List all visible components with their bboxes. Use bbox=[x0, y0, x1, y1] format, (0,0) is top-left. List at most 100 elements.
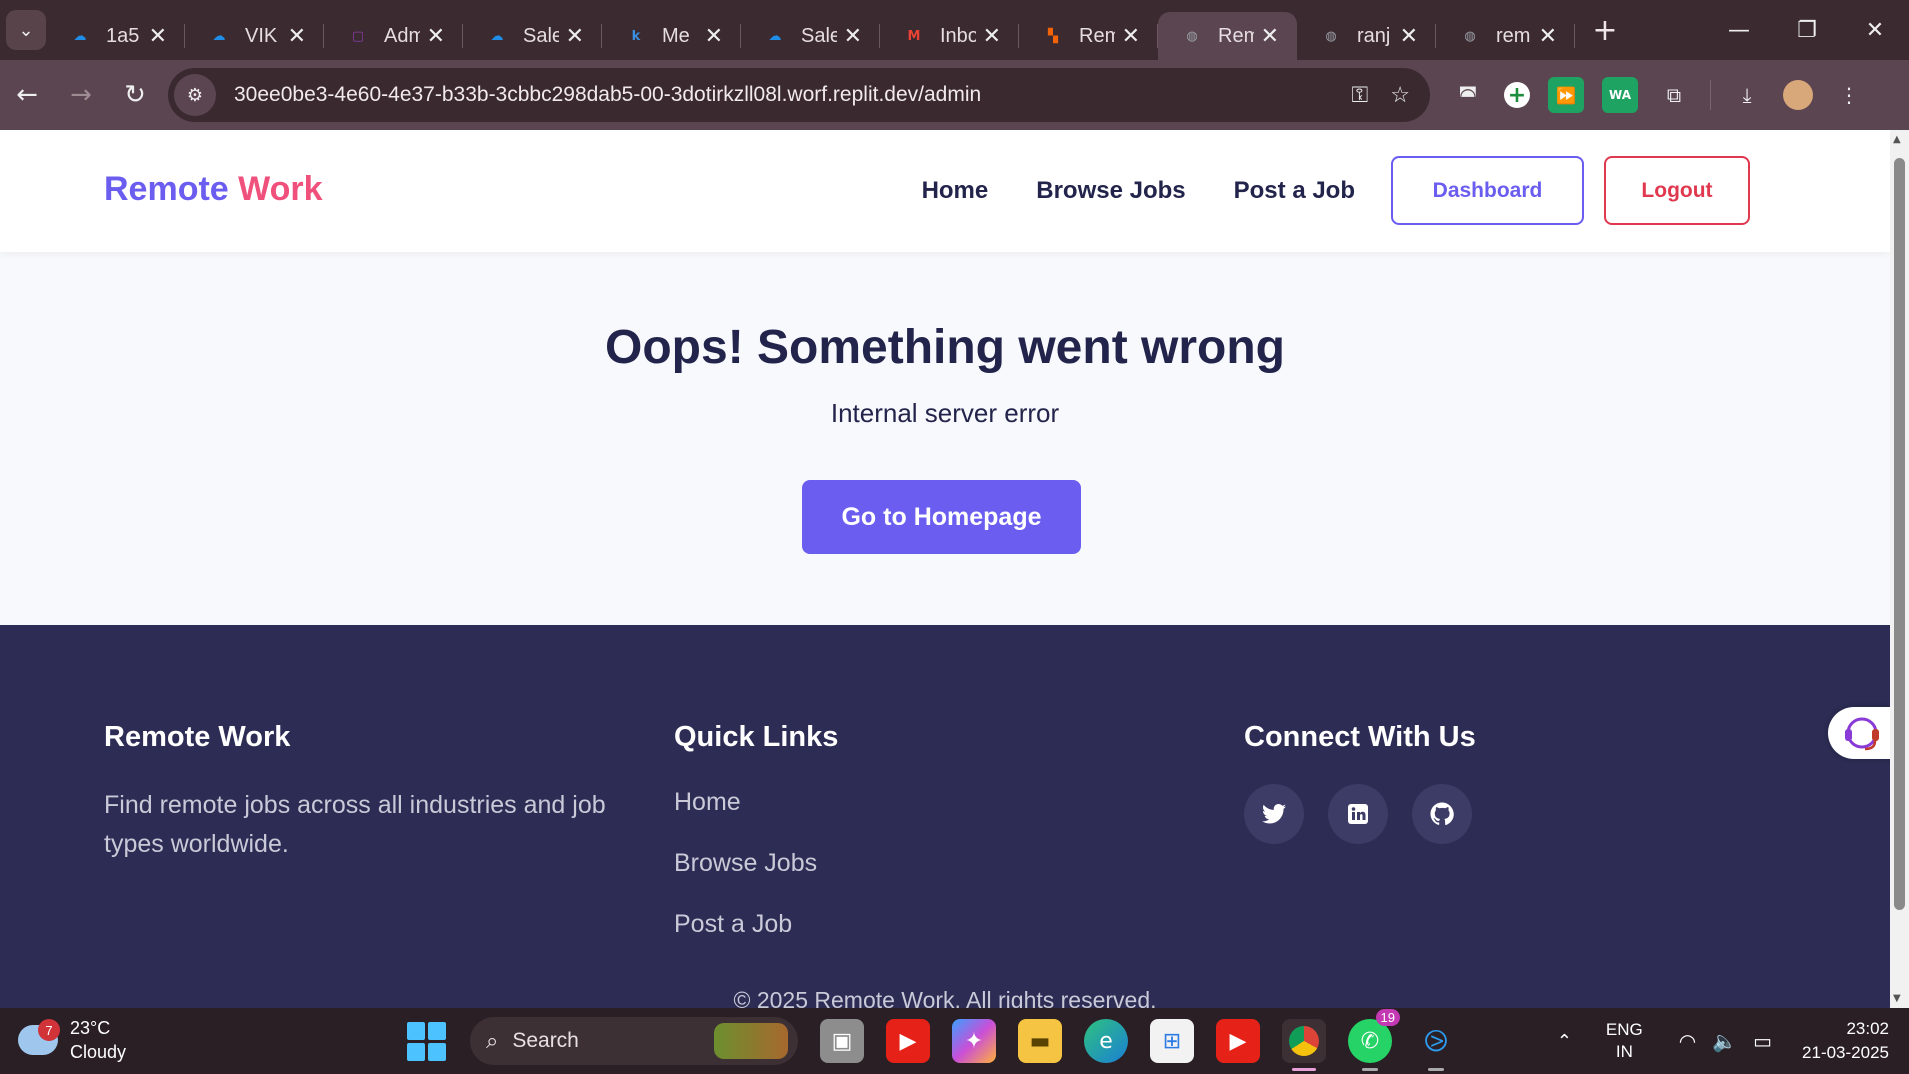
nav-home[interactable]: Home bbox=[922, 177, 989, 205]
address-bar[interactable]: ⚙ 30ee0be3-4e60-4e37-b33b-3cbbc298dab5-0… bbox=[168, 68, 1430, 122]
extension-wa-icon[interactable]: WA bbox=[1602, 77, 1638, 113]
minimize-button[interactable]: — bbox=[1705, 0, 1773, 60]
close-window-button[interactable]: ✕ bbox=[1841, 0, 1909, 60]
tab-close-icon[interactable]: ✕ bbox=[983, 24, 1001, 49]
nav-post-job[interactable]: Post a Job bbox=[1234, 177, 1355, 205]
volume-icon[interactable]: 🔈 bbox=[1712, 1029, 1737, 1054]
gmail-icon: M bbox=[907, 28, 921, 44]
site-logo[interactable]: Remote Work bbox=[104, 170, 323, 209]
scroll-thumb[interactable] bbox=[1894, 158, 1905, 910]
extension-add-icon[interactable]: + bbox=[1504, 82, 1530, 108]
scroll-down-arrow[interactable]: ▼ bbox=[1893, 993, 1901, 1004]
tab-title: rem bbox=[1496, 24, 1531, 47]
taskbar-search[interactable]: ⌕ Search bbox=[470, 1017, 798, 1065]
tab-title: Adm bbox=[384, 24, 420, 47]
browser-tab[interactable]: ☁ 1a5 ✕ bbox=[46, 12, 185, 60]
salesforce-cloud-icon: ☁ bbox=[73, 28, 87, 44]
tab-title: 1a5 bbox=[106, 24, 140, 47]
browser-tab[interactable]: M Inbo ✕ bbox=[880, 12, 1019, 60]
logout-button[interactable]: Logout bbox=[1604, 156, 1750, 225]
youtube-pwa-icon[interactable]: ▶ bbox=[1216, 1019, 1260, 1063]
show-hidden-icons-chevron-icon[interactable]: ⌃ bbox=[1557, 1031, 1572, 1052]
tab-close-icon[interactable]: ✕ bbox=[1122, 24, 1140, 49]
browser-toolbar: ← → ↻ ⚙ 30ee0be3-4e60-4e37-b33b-3cbbc298… bbox=[0, 60, 1909, 130]
browser-tab[interactable]: ◍ ranj ✕ bbox=[1297, 12, 1436, 60]
task-view-icon[interactable]: ▣ bbox=[820, 1019, 864, 1063]
chrome-icon[interactable] bbox=[1282, 1019, 1326, 1071]
support-chat-button[interactable] bbox=[1828, 707, 1890, 759]
go-to-homepage-button[interactable]: Go to Homepage bbox=[802, 480, 1081, 554]
browser-tab[interactable]: ▢ Adm ✕ bbox=[324, 12, 463, 60]
extensions-puzzle-icon[interactable]: ⧉ bbox=[1656, 77, 1692, 113]
browser-tab[interactable]: ☁ Sale ✕ bbox=[741, 12, 880, 60]
extension-rainbow-icon[interactable]: ◚ bbox=[1450, 77, 1486, 113]
password-key-icon[interactable]: ⚿ bbox=[1352, 82, 1369, 108]
new-tab-button[interactable]: + bbox=[1585, 13, 1625, 48]
windows-start-icon[interactable] bbox=[404, 1019, 448, 1063]
scroll-up-arrow[interactable]: ▲ bbox=[1893, 134, 1901, 145]
tab-close-icon[interactable]: ✕ bbox=[1539, 24, 1557, 49]
forward-button[interactable]: → bbox=[54, 68, 108, 122]
tab-search-button[interactable]: ⌄ bbox=[6, 10, 46, 50]
weather-badge: 7 bbox=[38, 1019, 60, 1041]
tab-close-icon[interactable]: ✕ bbox=[288, 24, 306, 49]
file-explorer-icon[interactable]: ▬ bbox=[1018, 1019, 1062, 1063]
github-icon[interactable] bbox=[1412, 784, 1472, 844]
reload-button[interactable]: ↻ bbox=[108, 68, 162, 122]
page-scrollbar[interactable]: ▲ ▼ bbox=[1890, 130, 1909, 1008]
site-header: Remote Work Home Browse Jobs Post a Job … bbox=[0, 130, 1890, 252]
main-nav: Home Browse Jobs Post a Job Dashboard Lo… bbox=[874, 156, 1750, 225]
whatsapp-icon[interactable]: ✆ 19 bbox=[1348, 1009, 1400, 1071]
browser-tab[interactable]: ◍ Rem ✕ bbox=[1158, 12, 1297, 60]
footer-link-browse-jobs[interactable]: Browse Jobs bbox=[674, 849, 838, 878]
browser-tab[interactable]: ▚ Rem ✕ bbox=[1019, 12, 1158, 60]
weather-text: 23°C Cloudy bbox=[70, 1016, 126, 1064]
weather-widget[interactable]: 7 23°C Cloudy bbox=[18, 1016, 126, 1064]
vscode-icon[interactable]: ⧁ bbox=[1414, 1019, 1458, 1071]
tab-close-icon[interactable]: ✕ bbox=[705, 24, 723, 49]
wifi-icon[interactable]: ◠ bbox=[1679, 1029, 1696, 1054]
windows-taskbar: 7 23°C Cloudy ⌕ Search ▣ ▶ ✦ ▬ e ⊞ ▶ ✆ 1… bbox=[0, 1008, 1909, 1074]
taskbar-clock[interactable]: 23:02 21-03-2025 bbox=[1802, 1017, 1889, 1065]
footer-copyright: © 2025 Remote Work. All rights reserved. bbox=[733, 987, 1157, 1008]
browser-tab[interactable]: ◍ rem ✕ bbox=[1436, 12, 1575, 60]
back-button[interactable]: ← bbox=[0, 68, 54, 122]
download-icon[interactable]: ⤓ bbox=[1729, 77, 1765, 113]
extension-forward-icon[interactable]: ⏩ bbox=[1548, 77, 1584, 113]
k-letter-icon: k bbox=[631, 28, 641, 44]
bookmark-star-icon[interactable]: ☆ bbox=[1390, 82, 1410, 108]
battery-icon[interactable]: ▭ bbox=[1753, 1029, 1772, 1054]
logo-part-remote: Remote bbox=[104, 170, 229, 208]
clock-time: 23:02 bbox=[1846, 1019, 1889, 1038]
copilot-icon[interactable]: ✦ bbox=[952, 1019, 996, 1063]
error-title: Oops! Something went wrong bbox=[605, 321, 1285, 374]
youtube-app-icon[interactable]: ▶ bbox=[886, 1019, 930, 1063]
edge-browser-icon[interactable]: e bbox=[1084, 1019, 1128, 1063]
footer-link-home[interactable]: Home bbox=[674, 788, 838, 817]
browser-menu-icon[interactable]: ⋮ bbox=[1831, 77, 1867, 113]
globe-icon: ◍ bbox=[1464, 28, 1476, 44]
headset-icon bbox=[1845, 717, 1879, 751]
footer-link-post-job[interactable]: Post a Job bbox=[674, 910, 838, 939]
language-indicator[interactable]: ENG IN bbox=[1606, 1019, 1643, 1063]
microsoft-store-icon[interactable]: ⊞ bbox=[1150, 1019, 1194, 1063]
tab-title: Sale bbox=[523, 24, 559, 47]
vscode-running-indicator bbox=[1428, 1068, 1444, 1071]
tab-close-icon[interactable]: ✕ bbox=[566, 24, 584, 49]
nav-browse-jobs[interactable]: Browse Jobs bbox=[1036, 177, 1185, 205]
browser-tab[interactable]: ☁ Sale ✕ bbox=[463, 12, 602, 60]
profile-avatar[interactable] bbox=[1783, 80, 1813, 110]
tab-close-icon[interactable]: ✕ bbox=[149, 24, 167, 49]
replit-icon: ▚ bbox=[1048, 28, 1058, 44]
tab-close-icon[interactable]: ✕ bbox=[427, 24, 445, 49]
tab-close-icon[interactable]: ✕ bbox=[1400, 24, 1418, 49]
twitter-icon[interactable] bbox=[1244, 784, 1304, 844]
tab-close-icon[interactable]: ✕ bbox=[844, 24, 862, 49]
site-info-icon[interactable]: ⚙ bbox=[174, 74, 216, 116]
restore-button[interactable]: ❐ bbox=[1773, 0, 1841, 60]
browser-tab[interactable]: ☁ VIK ✕ bbox=[185, 12, 324, 60]
dashboard-button[interactable]: Dashboard bbox=[1391, 156, 1584, 225]
browser-tab[interactable]: k Me ✕ bbox=[602, 12, 741, 60]
linkedin-icon[interactable] bbox=[1328, 784, 1388, 844]
tab-close-icon[interactable]: ✕ bbox=[1261, 24, 1279, 49]
